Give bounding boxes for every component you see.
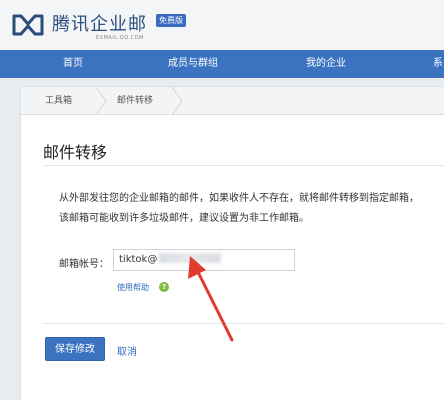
breadcrumb: 工具箱 邮件转移 (21, 87, 444, 115)
nav-item-members[interactable]: 成员与群组 (168, 50, 218, 78)
description-line-2: 该邮箱可能收到许多垃圾邮件，建议设置为非工作邮箱。 (59, 213, 309, 224)
redacted-domain (159, 253, 222, 263)
content-panel: 工具箱 邮件转移 邮件转移 从外部发往您的企业邮箱的邮件，如果收件人不存在，就将… (20, 86, 444, 400)
tencent-exmail-logo-icon (12, 14, 44, 36)
mailbox-account-input[interactable]: tiktok@ (113, 249, 295, 271)
mailbox-account-value: tiktok@ (119, 254, 158, 265)
logo-text: 腾讯企业邮 (52, 14, 147, 35)
help-link[interactable]: 使用帮助 (117, 282, 149, 293)
logo-domain: EXMAIL.QQ.COM (96, 35, 144, 41)
breadcrumb-current: 邮件转移 (117, 96, 154, 106)
nav-item-my-company[interactable]: 我的企业 (306, 50, 346, 78)
page-title: 邮件转移 (43, 143, 108, 162)
nav-item-system[interactable]: 系 (433, 50, 443, 78)
nav-item-home[interactable]: 首页 (63, 50, 83, 78)
cancel-button[interactable]: 取消 (117, 343, 137, 358)
breadcrumb-toolbox[interactable]: 工具箱 (45, 87, 72, 115)
title-divider (43, 165, 444, 166)
question-icon[interactable]: ? (159, 282, 169, 292)
description-line-1: 从外部发往您的企业邮箱的邮件，如果收件人不存在，就将邮件转移到指定邮箱， (59, 193, 419, 204)
form-divider (43, 323, 444, 324)
mailbox-account-label: 邮箱帐号： (59, 259, 109, 270)
app-header: 腾讯企业邮 免费版 EXMAIL.QQ.COM (0, 0, 444, 50)
save-button[interactable]: 保存修改 (45, 337, 105, 361)
chevron-right-icon (95, 87, 107, 115)
chevron-right-icon (171, 87, 183, 115)
top-nav: 首页 成员与群组 我的企业 系 (0, 50, 444, 78)
edition-badge: 免费版 (156, 14, 186, 27)
